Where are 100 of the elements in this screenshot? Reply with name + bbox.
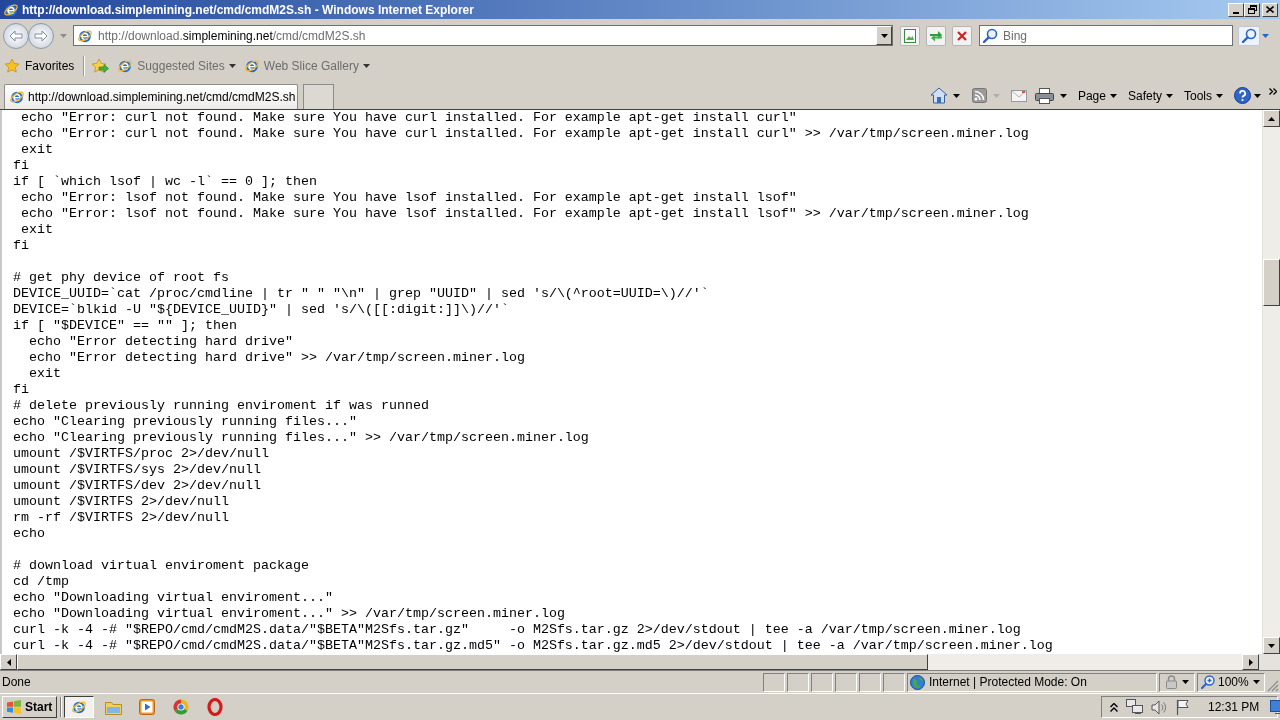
browser-tab[interactable]: http://download.simplemining.net/cmd/cmdM2S.sh <box>4 84 298 109</box>
close-button[interactable] <box>1262 2 1278 17</box>
code-line: echo "Clearing previously running files..." <box>13 414 357 430</box>
e-logo-icon <box>3 1 19 18</box>
favorites-button[interactable]: Favorites <box>4 55 79 76</box>
caret-icon <box>1253 680 1260 684</box>
caret-icon <box>1261 33 1269 38</box>
code-line: umount /$VIRTFS/proc 2>/dev/null <box>13 446 269 462</box>
code-line: if [ "$DEVICE" == "" ]; then <box>13 318 237 334</box>
e-logo-icon <box>243 57 260 74</box>
scrollbar-thumb[interactable] <box>17 654 928 670</box>
globe-icon <box>910 674 925 690</box>
left-arrow-icon <box>9 29 23 42</box>
security-zone-text: Internet | Protected Mode: On <box>929 674 1087 691</box>
status-panel <box>883 672 905 692</box>
code-line: exit <box>28 366 61 382</box>
home-button[interactable] <box>929 85 960 106</box>
page-picture-icon <box>904 28 916 43</box>
status-text: Done <box>2 674 31 691</box>
caret-icon <box>1166 93 1173 98</box>
code-line: echo "Error: lsof not found. Make sure You have lsof installed. For example apt-get install lsof" <box>20 190 797 206</box>
right-triangle-icon <box>1248 658 1253 666</box>
protected-mode-button[interactable] <box>1159 672 1195 692</box>
favorites-bar-link[interactable]: Suggested Sites <box>117 55 236 76</box>
restore-icon <box>1247 5 1257 14</box>
code-line: exit <box>20 222 53 238</box>
code-line: fi <box>13 382 29 398</box>
window-title: http://download.simplemining.net/cmd/cmdM2S.sh - Windows Internet Explorer <box>22 1 474 19</box>
caret-icon <box>362 63 370 68</box>
forward-button[interactable] <box>28 22 54 49</box>
code-line: exit <box>20 142 53 158</box>
feeds-button[interactable] <box>971 85 987 106</box>
network-icon <box>1126 699 1143 715</box>
code-line: curl -k -4 -# "$REPO/cmd/cmdM2S.data/"$BETA"M2Sfs.tar.gz" -o M2Sfs.tar.gz 2>/dev/stdout | tee -a /var/tmp/screen.miner.log <box>13 622 1021 638</box>
star-icon <box>4 57 20 74</box>
caret-icon <box>1216 93 1223 98</box>
command-menu[interactable]: Safety <box>1127 85 1173 106</box>
folder-icon <box>104 699 122 715</box>
lock-icon <box>1165 675 1178 689</box>
start-button[interactable]: Start <box>2 696 57 718</box>
code-line: echo "Error: curl not found. Make sure You have curl installed. For example apt-get install curl" <box>20 110 797 126</box>
taskbar-app-button[interactable] <box>64 696 94 718</box>
print-button[interactable] <box>1034 85 1067 106</box>
feed-icon <box>971 88 987 103</box>
minimize-button[interactable] <box>1228 2 1244 17</box>
status-panel <box>811 672 833 692</box>
code-line: # get phy device of root fs <box>13 270 229 286</box>
back-button[interactable] <box>3 22 29 49</box>
help-icon <box>1234 87 1251 104</box>
scrollbar-thumb[interactable] <box>1263 259 1280 306</box>
code-line: cd /tmp <box>13 574 69 590</box>
code-line: echo "Error: lsof not found. Make sure You have lsof installed. For example apt-get install lsof" >> /var/tmp/screen.miner.log <box>20 206 1029 222</box>
code-line: echo "Error detecting hard drive" <box>28 334 293 350</box>
code-line: echo <box>13 526 45 542</box>
code-line: curl -k -4 -# "$REPO/cmd/cmdM2S.data/"$BETA"M2Sfs.tar.gz.md5" -o M2Sfs.tar.gz.md5 2>/dev/stdout | tee -a /var/tmp/screen.miner.log <box>13 638 1053 654</box>
compatibility-view-button[interactable] <box>900 25 920 46</box>
favorites-bar-link[interactable]: Web Slice Gallery <box>243 55 370 76</box>
address-field[interactable]: http://download.simplemining.net/cmd/cmdM2S.sh <box>73 25 893 46</box>
caret-icon <box>1182 680 1189 684</box>
star-arrow-icon <box>91 57 110 74</box>
windows-flag-icon <box>6 700 22 714</box>
close-icon <box>957 30 967 41</box>
caret-icon <box>1254 93 1261 98</box>
code-line: echo "Clearing previously running files..." >> /var/tmp/screen.miner.log <box>13 430 589 446</box>
status-panel <box>787 672 809 692</box>
home-icon <box>929 87 948 104</box>
stop-button[interactable] <box>952 25 972 46</box>
search-icon <box>1241 28 1257 43</box>
down-triangle-icon <box>1268 643 1275 648</box>
search-button[interactable] <box>1238 25 1260 46</box>
tricolor-ring-icon <box>173 699 189 715</box>
resize-grip-icon <box>1267 680 1279 692</box>
zoom-in-icon <box>1201 675 1215 689</box>
printer-icon <box>1034 87 1054 104</box>
scroll-right-button[interactable] <box>1242 654 1259 670</box>
search-icon <box>983 28 998 43</box>
restore-button[interactable] <box>1244 2 1260 17</box>
e-logo-icon <box>117 57 134 74</box>
scroll-up-button[interactable] <box>1263 110 1280 127</box>
scroll-down-button[interactable] <box>1263 637 1280 654</box>
scroll-left-button[interactable] <box>0 654 17 670</box>
code-line: # delete previously running enviroment if was runned <box>13 398 429 414</box>
envelope-icon <box>1010 89 1027 102</box>
status-panel <box>859 672 881 692</box>
ring-icon <box>207 698 223 716</box>
code-line: umount /$VIRTFS 2>/dev/null <box>13 494 229 510</box>
address-dropdown-button[interactable] <box>876 26 892 45</box>
command-menu[interactable]: Page <box>1077 85 1117 106</box>
status-panel <box>763 672 785 692</box>
code-line: echo "Downloading virtual enviroment..." >> /var/tmp/screen.miner.log <box>13 606 565 622</box>
refresh-button[interactable] <box>926 25 946 46</box>
search-field[interactable]: Bing <box>979 25 1233 46</box>
code-line: umount /$VIRTFS/dev 2>/dev/null <box>13 478 261 494</box>
code-line: DEVICE_UUID=`cat /proc/cmdline | tr " " "\n" | grep "UUID" | sed 's/\(^root=UUID=\)//'` <box>13 286 709 302</box>
help-button[interactable] <box>1234 85 1261 106</box>
status-panel <box>835 672 857 692</box>
caret-icon <box>228 63 236 68</box>
up-triangle-icon <box>1268 116 1275 121</box>
command-menu[interactable]: Tools <box>1184 85 1223 106</box>
zoom-button[interactable]: 100% <box>1197 672 1265 692</box>
